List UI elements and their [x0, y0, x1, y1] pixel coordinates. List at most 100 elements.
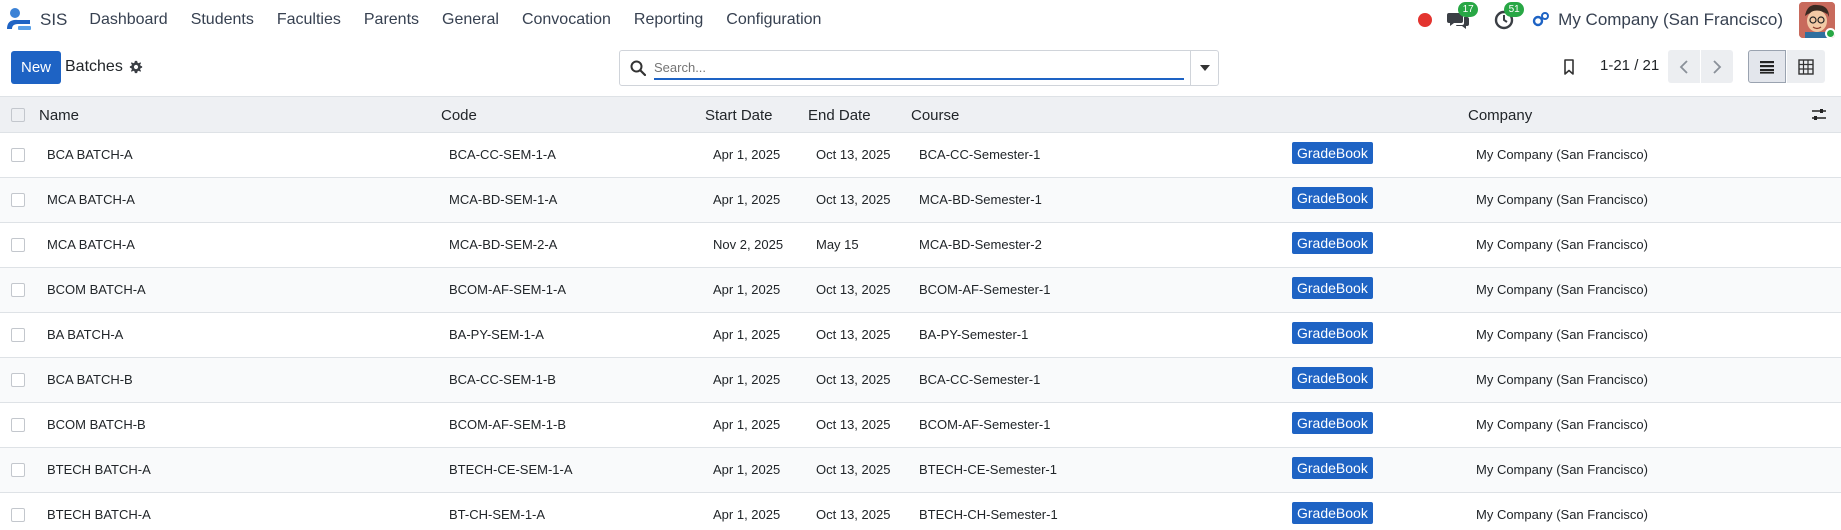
bookmark-icon[interactable] — [1560, 58, 1578, 76]
cell-company: My Company (San Francisco) — [1476, 192, 1648, 207]
cell-name: MCA BATCH-A — [47, 192, 135, 207]
cell-name: BCA BATCH-B — [47, 372, 133, 387]
table-row[interactable]: BA BATCH-A BA-PY-SEM-1-A Apr 1, 2025 Oct… — [0, 313, 1841, 358]
row-checkbox[interactable] — [11, 463, 25, 477]
cell-end-date: Oct 13, 2025 — [816, 147, 891, 162]
column-header-end-date[interactable]: End Date — [808, 107, 871, 124]
cell-code: BCA-CC-SEM-1-A — [449, 147, 556, 162]
messages-badge: 17 — [1458, 2, 1479, 17]
gradebook-button[interactable]: GradeBook — [1292, 502, 1373, 524]
cell-course: BCA-CC-Semester-1 — [919, 372, 1041, 387]
gradebook-button[interactable]: GradeBook — [1292, 322, 1373, 344]
row-checkbox[interactable] — [11, 418, 25, 432]
sliders-icon[interactable] — [1811, 107, 1827, 123]
column-header-company[interactable]: Company — [1468, 107, 1532, 124]
cell-code: BTECH-CE-SEM-1-A — [449, 462, 573, 477]
new-button[interactable]: New — [11, 51, 61, 84]
gradebook-button[interactable]: GradeBook — [1292, 187, 1373, 209]
pager-next-button[interactable] — [1701, 50, 1733, 83]
cell-name: BA BATCH-A — [47, 327, 124, 342]
cell-company: My Company (San Francisco) — [1476, 282, 1648, 297]
recording-indicator[interactable] — [1418, 13, 1433, 27]
cell-start-date: Apr 1, 2025 — [713, 282, 781, 297]
column-header-name[interactable]: Name — [39, 107, 79, 124]
table-row[interactable]: BCA BATCH-B BCA-CC-SEM-1-B Apr 1, 2025 O… — [0, 358, 1841, 403]
search-box — [619, 50, 1219, 86]
menu-reporting[interactable]: Reporting — [634, 11, 703, 29]
cell-start-date: Nov 2, 2025 — [713, 237, 784, 252]
cell-code: MCA-BD-SEM-1-A — [449, 192, 558, 207]
cell-code: BT-CH-SEM-1-A — [449, 507, 546, 522]
menu-students[interactable]: Students — [191, 11, 254, 29]
search-options-toggle[interactable] — [1190, 51, 1218, 85]
row-checkbox[interactable] — [11, 283, 25, 297]
activities-button[interactable]: 51 — [1492, 2, 1525, 32]
search-input[interactable] — [654, 56, 1184, 80]
gradebook-button[interactable]: GradeBook — [1292, 232, 1373, 254]
menu-faculties[interactable]: Faculties — [277, 11, 341, 29]
gear-icon[interactable] — [129, 60, 143, 74]
column-header-course[interactable]: Course — [911, 107, 959, 124]
pivot-view-icon — [1798, 58, 1814, 75]
messages-button[interactable]: 17 — [1446, 2, 1479, 32]
cell-start-date: Apr 1, 2025 — [713, 192, 781, 207]
table-row[interactable]: BTECH BATCH-A BT-CH-SEM-1-A Apr 1, 2025 … — [0, 493, 1841, 530]
batches-table: Name Code Start Date End Date Course Com… — [0, 96, 1841, 530]
cell-company: My Company (San Francisco) — [1476, 462, 1648, 477]
cell-course: BTECH-CE-Semester-1 — [919, 462, 1057, 477]
menu-dashboard[interactable]: Dashboard — [89, 11, 167, 29]
table-row[interactable]: BCOM BATCH-B BCOM-AF-SEM-1-B Apr 1, 2025… — [0, 403, 1841, 448]
cell-company: My Company (San Francisco) — [1476, 327, 1648, 342]
pager-value[interactable]: 1-21 / 21 — [1600, 57, 1659, 74]
cell-code: BA-PY-SEM-1-A — [449, 327, 544, 342]
row-checkbox[interactable] — [11, 373, 25, 387]
pager-previous-button[interactable] — [1668, 50, 1700, 83]
company-switcher[interactable]: My Company (San Francisco) — [1558, 10, 1783, 30]
table-row[interactable]: MCA BATCH-A MCA-BD-SEM-2-A Nov 2, 2025 M… — [0, 223, 1841, 268]
list-view-button[interactable] — [1748, 50, 1786, 83]
column-header-code[interactable]: Code — [441, 107, 477, 124]
cell-start-date: Apr 1, 2025 — [713, 372, 781, 387]
app-name[interactable]: SIS — [40, 10, 67, 30]
row-checkbox[interactable] — [11, 148, 25, 162]
cell-company: My Company (San Francisco) — [1476, 237, 1648, 252]
cell-start-date: Apr 1, 2025 — [713, 147, 781, 162]
cell-code: BCOM-AF-SEM-1-B — [449, 417, 566, 432]
multi-company-icon[interactable] — [1532, 12, 1550, 28]
gradebook-button[interactable]: GradeBook — [1292, 142, 1373, 164]
table-row[interactable]: BCOM BATCH-A BCOM-AF-SEM-1-A Apr 1, 2025… — [0, 268, 1841, 313]
table-row[interactable]: BTECH BATCH-A BTECH-CE-SEM-1-A Apr 1, 20… — [0, 448, 1841, 493]
cell-end-date: Oct 13, 2025 — [816, 417, 891, 432]
gradebook-button[interactable]: GradeBook — [1292, 277, 1373, 299]
menu-parents[interactable]: Parents — [364, 11, 419, 29]
cell-code: BCOM-AF-SEM-1-A — [449, 282, 566, 297]
systray: 17 51 My Company (San Francisco) — [1418, 0, 1841, 40]
pivot-view-button[interactable] — [1787, 50, 1825, 83]
row-checkbox[interactable] — [11, 238, 25, 252]
column-header-start-date[interactable]: Start Date — [705, 107, 773, 124]
select-all-checkbox[interactable] — [11, 108, 25, 122]
sis-logo-icon[interactable] — [4, 5, 34, 35]
table-row[interactable]: BCA BATCH-A BCA-CC-SEM-1-A Apr 1, 2025 O… — [0, 133, 1841, 178]
menu-convocation[interactable]: Convocation — [522, 11, 611, 29]
cell-course: BA-PY-Semester-1 — [919, 327, 1029, 342]
cell-end-date: May 15 — [816, 237, 859, 252]
cell-company: My Company (San Francisco) — [1476, 507, 1648, 522]
gradebook-button[interactable]: GradeBook — [1292, 412, 1373, 434]
cell-course: BTECH-CH-Semester-1 — [919, 507, 1058, 522]
cell-end-date: Oct 13, 2025 — [816, 507, 891, 522]
cell-end-date: Oct 13, 2025 — [816, 192, 891, 207]
cell-code: BCA-CC-SEM-1-B — [449, 372, 556, 387]
gradebook-button[interactable]: GradeBook — [1292, 367, 1373, 389]
table-row[interactable]: MCA BATCH-A MCA-BD-SEM-1-A Apr 1, 2025 O… — [0, 178, 1841, 223]
row-checkbox[interactable] — [11, 193, 25, 207]
menu-configuration[interactable]: Configuration — [726, 11, 821, 29]
menu-general[interactable]: General — [442, 11, 499, 29]
row-checkbox[interactable] — [11, 328, 25, 342]
breadcrumb-batches: Batches — [65, 58, 123, 75]
avatar[interactable] — [1799, 2, 1835, 38]
gradebook-button[interactable]: GradeBook — [1292, 457, 1373, 479]
cell-code: MCA-BD-SEM-2-A — [449, 237, 558, 252]
row-checkbox[interactable] — [11, 508, 25, 522]
cell-name: MCA BATCH-A — [47, 237, 135, 252]
